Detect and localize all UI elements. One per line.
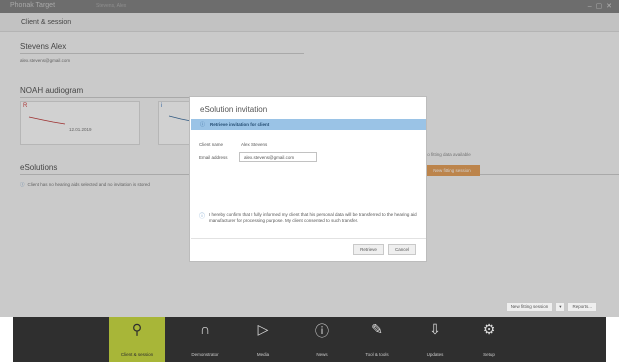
window-controls[interactable]: – ▢ ✕	[588, 2, 613, 10]
dock-label: Demonstrator	[191, 352, 219, 357]
dock-item-media[interactable]: ▷ Media	[235, 317, 291, 362]
bottom-dock: ⚲ Client & session ∩ Demonstrator ▷ Medi…	[13, 317, 606, 362]
chevron-down-icon[interactable]: ▾	[555, 302, 566, 312]
dock-item-client-session[interactable]: ⚲ Client & session	[109, 317, 165, 362]
wrench-icon: ✎	[371, 321, 383, 337]
consent-text: I hereby confirm that I fully informed m…	[209, 212, 417, 223]
client-name-value: Alex Stevens	[241, 142, 268, 147]
dock-item-tools[interactable]: ✎ Tool & tools	[349, 317, 405, 362]
dialog-header-text: Retrieve invitation for client	[210, 122, 270, 127]
person-icon: ⚲	[131, 321, 143, 337]
info-icon: ⓘ	[315, 323, 329, 339]
dialog-header-banner: ⓘ Retrieve invitation for client	[191, 119, 426, 130]
bottom-action-bar: New fitting session ▾ Reports...	[505, 302, 597, 312]
dock-label: Updates	[426, 352, 444, 357]
headphones-icon: ∩	[199, 321, 211, 337]
dock-label: Tool & tools	[365, 352, 389, 357]
dock-item-demonstrator[interactable]: ∩ Demonstrator	[177, 317, 233, 362]
esolution-invitation-dialog: eSolution invitation ⓘ Retrieve invitati…	[189, 96, 427, 262]
dock-item-updates[interactable]: ⇩ Updates	[407, 317, 463, 362]
dock-item-setup[interactable]: ⚙ Setup	[461, 317, 517, 362]
dock-label: Media	[256, 352, 270, 357]
dock-item-news[interactable]: ⓘ News	[294, 317, 350, 362]
info-icon: ⓘ	[200, 122, 206, 128]
new-fitting-session-bottom-button[interactable]: New fitting session	[505, 302, 554, 312]
dock-label: Client & session	[120, 352, 154, 357]
info-icon: ⓘ	[199, 214, 206, 220]
dock-label: Setup	[483, 352, 495, 357]
dialog-title: eSolution invitation	[200, 105, 268, 114]
play-icon: ▷	[257, 321, 269, 337]
download-icon: ⇩	[429, 321, 441, 337]
cancel-button[interactable]: Cancel	[388, 244, 416, 255]
app-title: Phonak Target	[10, 2, 56, 9]
email-address-label: Email address	[199, 155, 228, 160]
reports-button[interactable]: Reports...	[567, 302, 597, 312]
gear-icon: ⚙	[482, 321, 496, 337]
client-name-label: Client name	[199, 142, 224, 147]
retrieve-button[interactable]: Retrieve	[353, 244, 384, 255]
dock-label: News	[316, 352, 328, 357]
title-bar: Phonak Target Stevens, Alex – ▢ ✕	[0, 0, 619, 13]
divider	[191, 238, 426, 239]
email-field[interactable]	[239, 152, 317, 162]
window-center-text: Stevens, Alex	[96, 3, 127, 9]
